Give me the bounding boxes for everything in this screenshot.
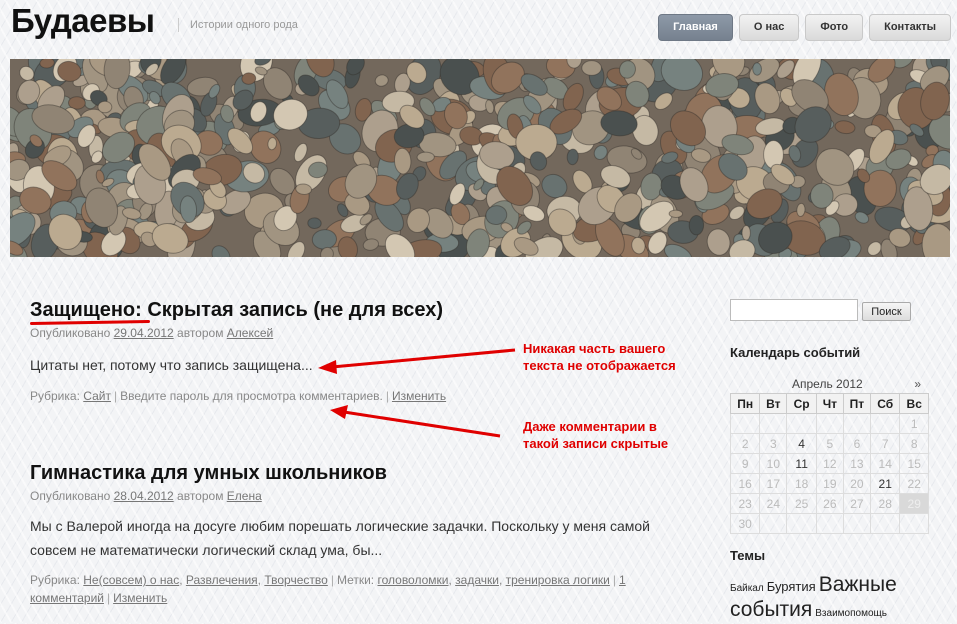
calendar-next-icon[interactable]: » <box>914 377 921 391</box>
comments-password-note: Введите пароль для просмотра комментарие… <box>120 389 383 403</box>
post-meta: Опубликовано 29.04.2012 автором Алексей <box>30 326 274 340</box>
tag-cloud-item[interactable]: Бурятия <box>767 579 816 594</box>
calendar-day: 25 <box>786 493 817 514</box>
rubric-link[interactable]: Сайт <box>83 389 111 403</box>
calendar-empty-cell <box>899 513 929 534</box>
annotation-note-text-hidden: Никакая часть вашего текста не отображае… <box>523 341 676 373</box>
calendar-day: 13 <box>842 453 872 474</box>
post-title[interactable]: Гимнастика для умных школьников <box>30 461 690 485</box>
calendar-day: 1 <box>899 413 929 434</box>
rubric-link[interactable]: Не(совсем) о нас <box>83 573 179 587</box>
topics-title: Темы <box>730 548 766 563</box>
calendar-day: 22 <box>899 473 929 494</box>
calendar-day: 30 <box>729 513 761 534</box>
calendar-empty-cell <box>786 513 817 534</box>
post-author-link[interactable]: Елена <box>227 489 262 503</box>
calendar-day: 9 <box>729 453 761 474</box>
calendar-day: 20 <box>842 473 872 494</box>
post-footer: Рубрика: Не(совсем) о нас, Развлечения, … <box>30 573 626 605</box>
calendar-day: 29 <box>899 493 929 514</box>
calendar-day: 24 <box>759 493 788 514</box>
calendar-empty-cell <box>870 413 901 434</box>
calendar-day: 27 <box>842 493 872 514</box>
calendar-empty-cell <box>842 413 872 434</box>
weekday-header: Пн <box>729 393 761 414</box>
tag-link[interactable]: головоломки <box>377 573 448 587</box>
calendar-day: 23 <box>729 493 761 514</box>
calendar-day: 5 <box>815 433 844 454</box>
post-gymnastics: Гимнастика для умных школьников Опублико… <box>30 461 690 607</box>
post-meta: Опубликовано 28.04.2012 автором Елена <box>30 489 262 503</box>
search-input[interactable] <box>730 299 858 321</box>
calendar-day: 3 <box>759 433 788 454</box>
calendar-day: 14 <box>870 453 901 474</box>
calendar-day: 10 <box>759 453 788 474</box>
header-banner-image <box>10 59 950 257</box>
calendar-empty-cell <box>815 513 844 534</box>
nav-contacts[interactable]: Контакты <box>869 14 951 41</box>
calendar-empty-cell <box>870 513 901 534</box>
nav-photo[interactable]: Фото <box>805 14 864 41</box>
weekday-header: Пт <box>842 393 872 414</box>
post-date-link[interactable]: 28.04.2012 <box>114 489 174 503</box>
weekday-header: Ср <box>786 393 817 414</box>
calendar-empty-cell <box>786 413 817 434</box>
calendar-day: 28 <box>870 493 901 514</box>
calendar-day[interactable]: 11 <box>786 453 817 474</box>
tag-cloud-item[interactable]: Взаимопомощь <box>815 608 887 619</box>
calendar-day: 7 <box>870 433 901 454</box>
tag-cloud: Байкал Бурятия Важные события Взаимопомощь <box>730 574 950 624</box>
post-date-link[interactable]: 29.04.2012 <box>114 326 174 340</box>
edit-link[interactable]: Изменить <box>113 591 167 605</box>
tag-link[interactable]: задачки <box>455 573 499 587</box>
calendar-day: 8 <box>899 433 929 454</box>
main-nav: Главная О нас Фото Контакты <box>658 14 951 41</box>
calendar-empty-cell <box>729 413 761 434</box>
calendar-day: 19 <box>815 473 844 494</box>
post-title[interactable]: Защищено: Скрытая запись (не для всех) <box>30 298 690 322</box>
weekday-header: Чт <box>815 393 844 414</box>
calendar-day: 16 <box>729 473 761 494</box>
calendar-day: 2 <box>729 433 761 454</box>
calendar-empty-cell <box>759 413 788 434</box>
arrow-to-comments-icon <box>343 410 501 438</box>
calendar-day: 6 <box>842 433 872 454</box>
weekday-header: Вс <box>899 393 929 414</box>
search-button[interactable]: Поиск <box>862 302 911 321</box>
nav-home[interactable]: Главная <box>658 14 733 41</box>
site-title[interactable]: Будаевы <box>11 2 155 40</box>
calendar-day: 12 <box>815 453 844 474</box>
calendar-empty-cell <box>842 513 872 534</box>
weekday-header: Вт <box>759 393 788 414</box>
calendar-day: 17 <box>759 473 788 494</box>
calendar-month: Апрель 2012 <box>792 377 863 391</box>
weekday-header: Сб <box>870 393 901 414</box>
calendar-day[interactable]: 21 <box>870 473 901 494</box>
calendar-empty-cell <box>759 513 788 534</box>
site-description: Истории одного рода <box>178 18 298 32</box>
tag-link[interactable]: тренировка логики <box>506 573 610 587</box>
post-author-link[interactable]: Алексей <box>227 326 273 340</box>
events-calendar: Апрель 2012 » Пн Вт Ср Чт Пт Сб Вс 1 2 3 4 5 6 7 8 9 10… <box>729 377 929 534</box>
calendar-day: 26 <box>815 493 844 514</box>
calendar-day[interactable]: 4 <box>786 433 817 454</box>
edit-link[interactable]: Изменить <box>392 389 446 403</box>
calendar-empty-cell <box>815 413 844 434</box>
nav-about[interactable]: О нас <box>738 14 800 41</box>
rubric-link[interactable]: Развлечения <box>186 573 258 587</box>
tag-cloud-item[interactable]: Байкал <box>730 583 764 594</box>
calendar-day: 18 <box>786 473 817 494</box>
post-footer: Рубрика: Сайт | Введите пароль для просмот… <box>30 389 447 403</box>
annotation-note-comments-hidden: Даже комментарии в такой записи скрытые <box>523 419 669 451</box>
post-excerpt: Мы с Валерой иногда на досуге любим поре… <box>30 518 651 558</box>
calendar-day: 15 <box>899 453 929 474</box>
rubric-link[interactable]: Творчество <box>264 573 327 587</box>
calendar-title: Календарь событий <box>730 345 861 360</box>
